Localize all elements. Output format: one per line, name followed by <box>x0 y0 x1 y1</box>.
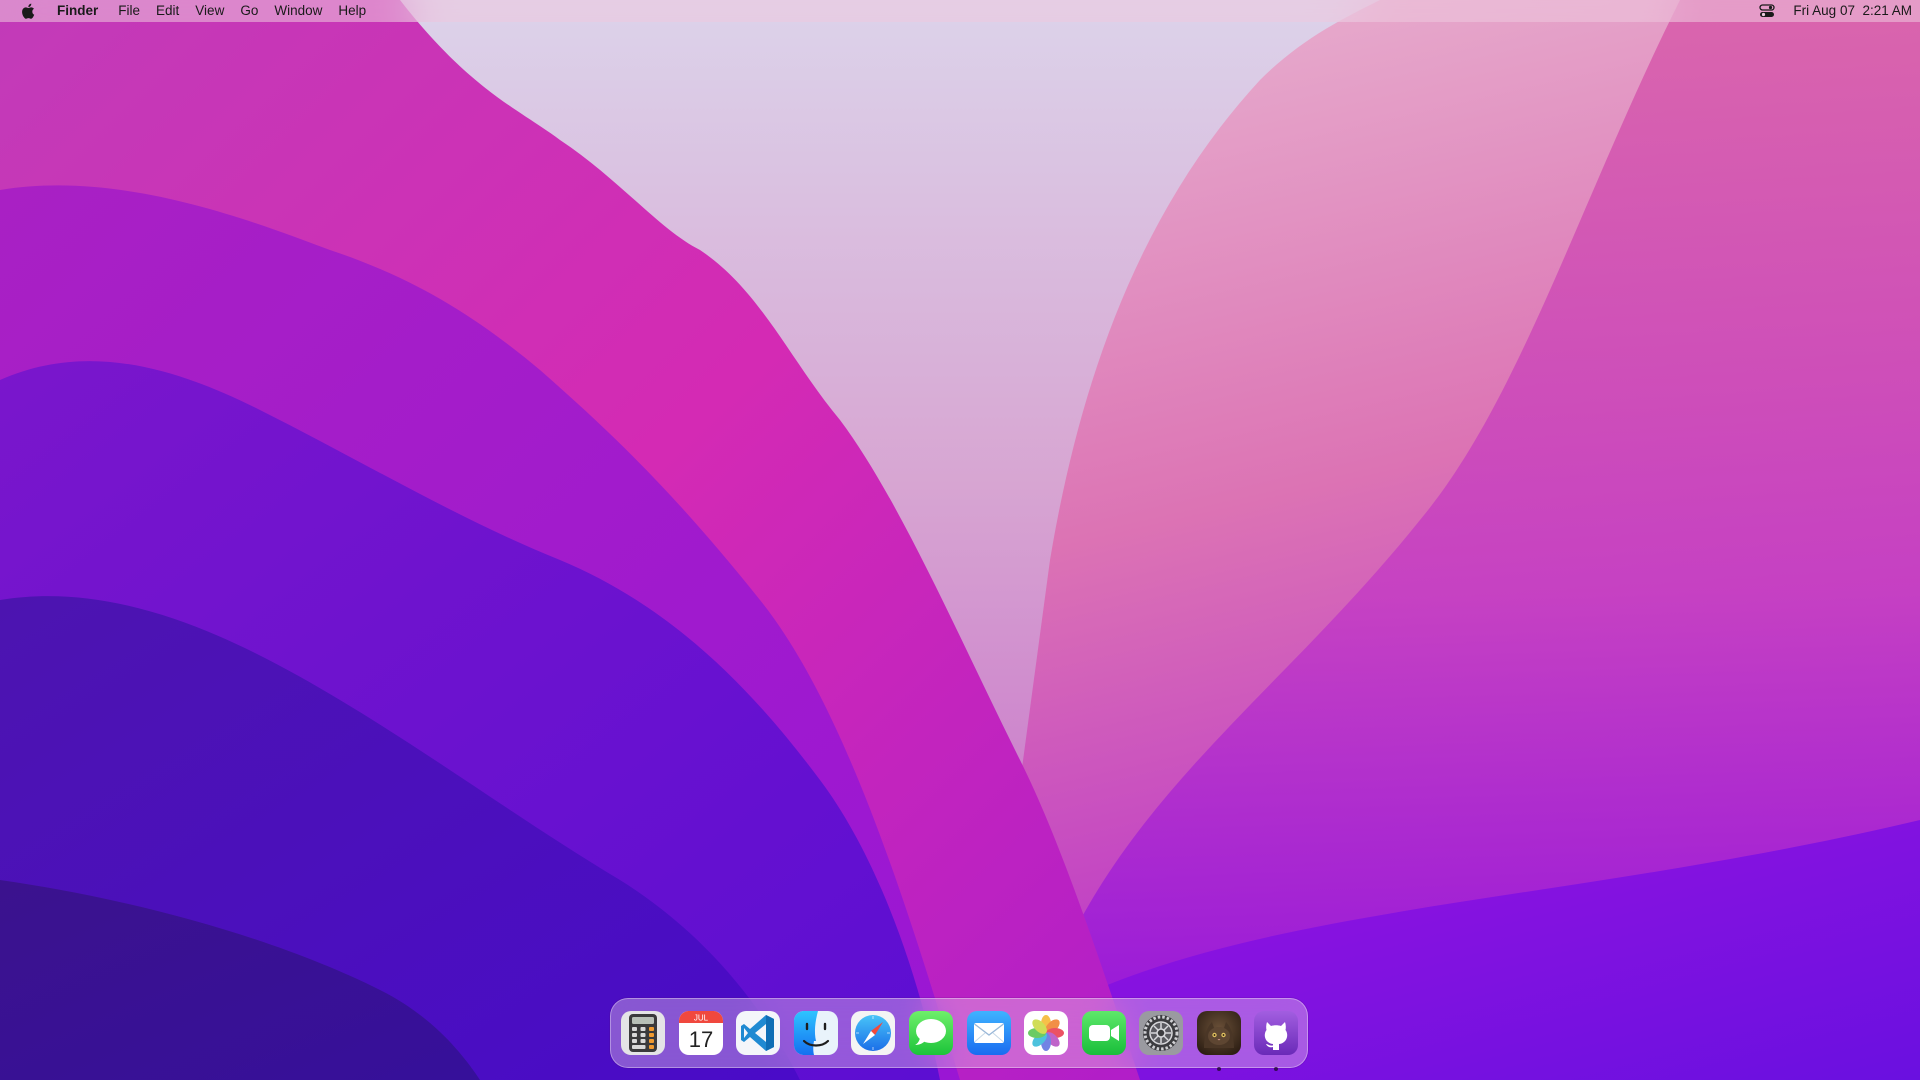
calculator-icon <box>621 1011 665 1055</box>
calendar-icon: JUL 17 <box>679 1011 723 1055</box>
dock-app-facetime[interactable] <box>1079 1008 1129 1058</box>
dock-app-mail[interactable] <box>964 1008 1014 1058</box>
mail-icon <box>967 1011 1011 1055</box>
menu-bar-clock[interactable]: Fri Aug 07 2:21 AM <box>1793 0 1912 22</box>
github-icon <box>1254 1011 1298 1055</box>
running-indicator <box>1274 1067 1278 1071</box>
dock-app-photos[interactable] <box>1021 1008 1071 1058</box>
apple-logo-icon[interactable] <box>19 0 37 22</box>
dock-app-github[interactable] <box>1251 1008 1301 1071</box>
menu-go[interactable]: Go <box>232 0 266 22</box>
dock-app-finder[interactable] <box>791 1008 841 1058</box>
menu-bar: Finder File Edit View Go Window Help Fri… <box>0 0 1920 22</box>
cat-photo-icon <box>1197 1011 1241 1055</box>
menu-file[interactable]: File <box>110 0 148 22</box>
dock-app-calendar[interactable]: JUL 17 <box>676 1008 726 1058</box>
photos-icon <box>1024 1011 1068 1055</box>
dock-app-system-preferences[interactable] <box>1136 1008 1186 1058</box>
dock-app-vscode[interactable] <box>733 1008 783 1058</box>
calendar-day: 17 <box>689 1027 713 1052</box>
control-center-icon[interactable] <box>1759 4 1776 18</box>
menu-app-name[interactable]: Finder <box>57 0 110 22</box>
finder-icon <box>794 1011 838 1055</box>
system-preferences-icon <box>1139 1011 1183 1055</box>
dock-app-messages[interactable] <box>906 1008 956 1058</box>
messages-icon <box>909 1011 953 1055</box>
dock-app-cat[interactable] <box>1194 1008 1244 1071</box>
dock-app-calculator[interactable] <box>618 1008 668 1058</box>
desktop-wallpaper <box>0 0 1920 1080</box>
menu-help[interactable]: Help <box>330 0 374 22</box>
facetime-icon <box>1082 1011 1126 1055</box>
menu-view[interactable]: View <box>187 0 232 22</box>
running-indicator <box>1217 1067 1221 1071</box>
desktop[interactable]: Finder File Edit View Go Window Help Fri… <box>0 0 1920 1080</box>
calendar-month: JUL <box>694 1014 709 1023</box>
menu-window[interactable]: Window <box>266 0 330 22</box>
dock-app-safari[interactable] <box>848 1008 898 1058</box>
vscode-icon <box>736 1011 780 1055</box>
dock: JUL 17 <box>610 998 1308 1071</box>
safari-icon <box>851 1011 895 1055</box>
menu-edit[interactable]: Edit <box>148 0 187 22</box>
